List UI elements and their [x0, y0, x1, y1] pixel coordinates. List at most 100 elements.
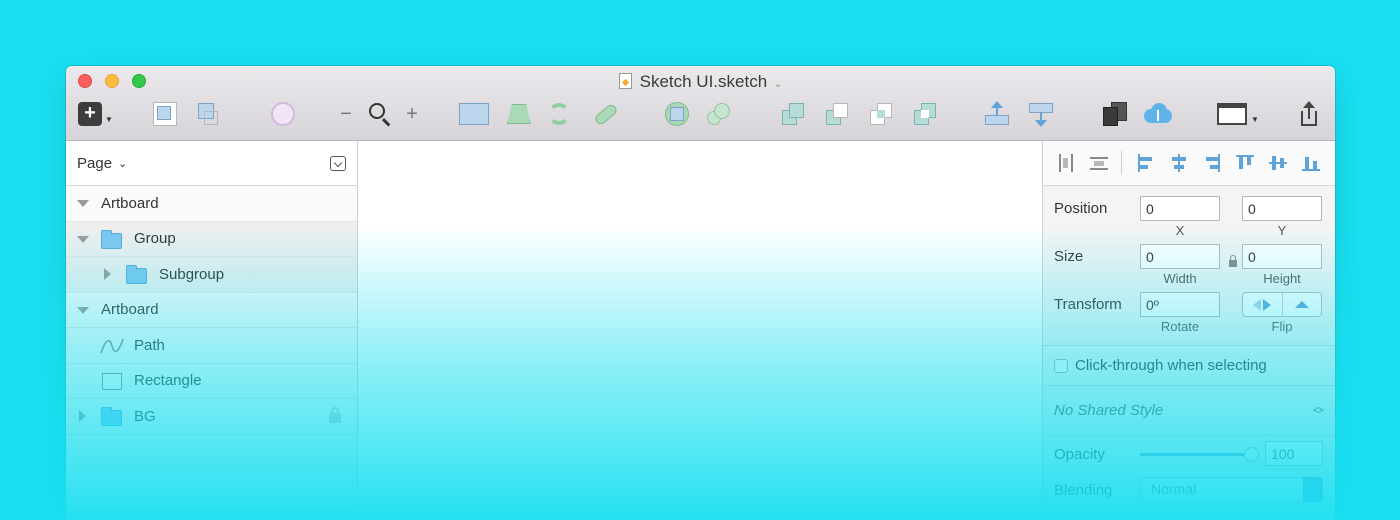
layer-row-artboard[interactable]: Artboard	[66, 186, 357, 222]
layer-name: Rectangle	[134, 372, 202, 390]
disclosure-down-icon[interactable]	[77, 306, 89, 314]
forward-button[interactable]	[984, 99, 1010, 129]
layer-name: Artboard	[101, 194, 159, 212]
edit-icon	[458, 101, 490, 127]
document-icon	[618, 73, 632, 89]
layer-row-subgroup[interactable]: Subgroup	[66, 257, 357, 293]
disclosure-right-icon[interactable]	[79, 410, 86, 422]
layer-row-group[interactable]: Group	[66, 221, 357, 257]
layers-panel: Page ⌄ Artboard Group Subgroup Artboard	[66, 141, 358, 520]
zoom-button[interactable]	[366, 99, 392, 129]
disclosure-right-icon[interactable]	[104, 268, 111, 280]
transform-button[interactable]	[506, 99, 532, 129]
plus-icon: +	[78, 102, 102, 126]
alignment-toolbar	[1043, 141, 1335, 186]
layer-row-bg[interactable]: BG	[66, 399, 357, 435]
layer-row-path[interactable]: Path	[66, 328, 357, 364]
group-icon	[152, 101, 178, 127]
folder-icon	[101, 229, 122, 249]
lock-icon[interactable]	[329, 407, 341, 423]
shared-style-value: No Shared Style	[1054, 402, 1164, 419]
align-vertical-center-icon[interactable]	[1269, 154, 1287, 172]
layer-name: Subgroup	[159, 265, 225, 283]
click-through-checkbox[interactable]	[1054, 358, 1068, 373]
distribute-horizontal-icon[interactable]	[1057, 154, 1075, 172]
insert-button[interactable]: + ▼	[78, 99, 113, 129]
blending-row: Blending Normal	[1043, 472, 1335, 508]
flip-vertical-icon	[1294, 301, 1309, 308]
page-selector[interactable]: Page ⌄	[66, 141, 357, 186]
create-symbol-button[interactable]	[270, 99, 296, 129]
caret-down-icon: ▼	[105, 114, 113, 124]
rotate-copies-button[interactable]	[546, 99, 572, 129]
view-button[interactable]: ▼	[1216, 99, 1259, 129]
click-through-label: Click-through when selecting	[1075, 357, 1267, 374]
subtract-icon	[824, 101, 850, 127]
distribute-vertical-icon[interactable]	[1090, 154, 1108, 172]
share-icon	[1296, 101, 1322, 127]
mask-button[interactable]	[664, 99, 690, 129]
subtract-button[interactable]	[824, 99, 850, 129]
flip-horizontal-button[interactable]	[1243, 293, 1283, 316]
opacity-slider[interactable]	[1140, 447, 1259, 462]
size-label: Size	[1054, 248, 1084, 265]
folder-icon	[126, 265, 147, 284]
y-label: Y	[1277, 223, 1287, 238]
align-top-icon[interactable]	[1236, 154, 1254, 172]
union-button[interactable]	[780, 99, 806, 129]
ungroup-icon	[194, 101, 220, 127]
layer-name: Group	[134, 230, 176, 248]
magnifier-icon	[366, 101, 392, 127]
blending-select[interactable]: Normal	[1140, 477, 1323, 502]
layer-row-rectangle[interactable]: Rectangle	[66, 364, 357, 399]
position-size-transform-section: Position X Y Size Width Height Transform	[1043, 186, 1335, 346]
position-y-input[interactable]	[1242, 196, 1322, 221]
disclosure-down-icon[interactable]	[77, 200, 89, 207]
layer-row-artboard[interactable]: Artboard	[66, 293, 357, 328]
cloud-button[interactable]	[1142, 99, 1174, 129]
click-through-option[interactable]: Click-through when selecting	[1043, 346, 1335, 386]
caret-down-icon: ▼	[1251, 114, 1259, 124]
align-bottom-icon[interactable]	[1302, 154, 1320, 172]
intersect-button[interactable]	[868, 99, 894, 129]
align-left-icon[interactable]	[1137, 154, 1155, 172]
opacity-input[interactable]	[1265, 441, 1323, 466]
flatten-icon	[592, 101, 619, 127]
flatten-button[interactable]	[592, 99, 619, 129]
app-window: Sketch UI.sketch ⌄ + ▼ − + ▼ Page ⌄ Artb…	[66, 66, 1335, 520]
rotate-input[interactable]	[1140, 292, 1220, 317]
position-label: Position	[1054, 200, 1108, 217]
lock-proportions-icon[interactable]	[1229, 255, 1237, 267]
ungroup-button[interactable]	[194, 99, 220, 129]
mirror-button[interactable]	[1102, 99, 1128, 129]
difference-button[interactable]	[912, 99, 938, 129]
disclosure-down-icon[interactable]	[77, 235, 89, 243]
collapse-all-icon[interactable]	[330, 155, 346, 171]
edit-button[interactable]	[458, 99, 490, 129]
zoom-out-button[interactable]: −	[336, 99, 356, 129]
position-x-input[interactable]	[1140, 196, 1220, 221]
align-horizontal-center-icon[interactable]	[1170, 154, 1188, 172]
path-icon	[100, 338, 124, 354]
backward-button[interactable]	[1028, 99, 1054, 129]
shared-style-selector[interactable]: No Shared Style ︿ ﹀	[1043, 386, 1335, 436]
export-button[interactable]	[1296, 99, 1322, 129]
flip-vertical-button[interactable]	[1283, 293, 1322, 316]
scale-icon	[706, 101, 732, 127]
height-input[interactable]	[1242, 244, 1322, 269]
union-icon	[780, 101, 806, 127]
zoom-in-button[interactable]: +	[402, 99, 422, 129]
rectangle-icon	[102, 372, 122, 390]
toolbar: Sketch UI.sketch ⌄ + ▼ − + ▼	[66, 66, 1335, 141]
canvas[interactable]	[358, 141, 1042, 520]
align-right-icon[interactable]	[1203, 154, 1221, 172]
bring-forward-icon	[984, 101, 1010, 127]
group-button[interactable]	[152, 99, 178, 129]
scale-button[interactable]	[706, 99, 732, 129]
window-title[interactable]: Sketch UI.sketch ⌄	[66, 72, 1335, 92]
divider	[1121, 151, 1122, 175]
layout-icon	[1216, 101, 1248, 127]
blending-value: Normal	[1151, 481, 1197, 497]
opacity-slider-knob[interactable]	[1244, 447, 1259, 462]
width-input[interactable]	[1140, 244, 1220, 269]
